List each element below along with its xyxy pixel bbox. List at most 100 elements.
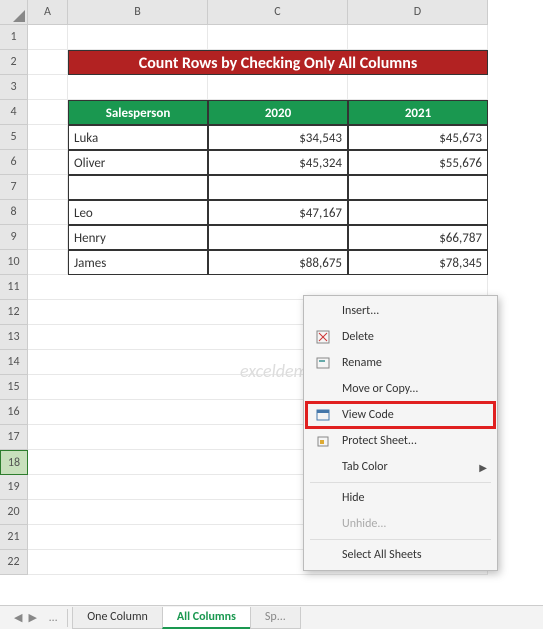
row-header-4[interactable]: 4 [0,100,28,125]
sheet-tab-bar: ◀ ▶ … One Column All Columns Sp... [0,605,543,629]
row-header-14[interactable]: 14 [0,350,28,375]
cell[interactable] [28,200,68,225]
row-header-15[interactable]: 15 [0,375,28,400]
cell[interactable] [348,75,488,100]
data-2021[interactable] [348,200,488,225]
unhide-icon [314,516,332,532]
cell[interactable] [348,25,488,50]
tab-list: One Column All Columns Sp... [72,607,300,629]
title-cell[interactable]: Count Rows by Checking Only All Columns [68,50,488,75]
row-header-7[interactable]: 7 [0,175,28,200]
col-header-D[interactable]: D [348,0,488,25]
menu-delete[interactable]: Delete [306,324,495,350]
data-2020[interactable] [208,225,348,250]
chevron-right-icon: ▶ [479,461,487,474]
row-header-10[interactable]: 10 [0,250,28,275]
cell[interactable] [28,50,68,75]
data-2020[interactable]: $47,167 [208,200,348,225]
menu-separator [310,482,491,483]
rename-icon [314,355,332,371]
data-2021[interactable]: $45,673 [348,125,488,150]
insert-icon [314,303,332,319]
menu-insert[interactable]: Insert... [306,298,495,324]
col-header-C[interactable]: C [208,0,348,25]
cell[interactable] [68,25,208,50]
menu-label: Protect Sheet... [342,434,487,448]
data-2021[interactable]: $78,345 [348,250,488,275]
menu-hide[interactable]: Hide [306,485,495,511]
menu-protect-sheet[interactable]: Protect Sheet... [306,428,495,454]
protect-icon [314,433,332,449]
tab-color-icon [314,459,332,475]
tab-next[interactable]: Sp... [250,607,301,629]
data-name[interactable]: James [68,250,208,275]
cell[interactable] [28,250,68,275]
col-header-A[interactable]: A [28,0,68,25]
menu-label: Tab Color [342,460,487,474]
tab-nav: ◀ ▶ [8,611,43,624]
row-header-16[interactable]: 16 [0,400,28,425]
data-name[interactable] [68,175,208,200]
data-2020[interactable]: $88,675 [208,250,348,275]
data-2021[interactable] [348,175,488,200]
row-header-13[interactable]: 13 [0,325,28,350]
cell[interactable] [208,25,348,50]
cell[interactable] [28,150,68,175]
select-all-icon [314,547,332,563]
cell[interactable] [28,75,68,100]
row-header-11[interactable]: 11 [0,275,28,300]
row-header-12[interactable]: 12 [0,300,28,325]
row-header-18[interactable]: 18 [0,450,28,475]
tab-nav-next[interactable]: ▶ [28,611,36,624]
sheet-context-menu: Insert... Delete Rename Move or Copy... … [303,295,498,571]
menu-label: Move or Copy... [342,382,487,396]
menu-unhide: Unhide... [306,511,495,537]
menu-label: Rename [342,356,487,370]
row-header-22[interactable]: 22 [0,550,28,575]
cell[interactable] [68,75,208,100]
header-2020[interactable]: 2020 [208,100,348,125]
menu-rename[interactable]: Rename [306,350,495,376]
header-salesperson[interactable]: Salesperson [68,100,208,125]
data-2020[interactable]: $34,543 [208,125,348,150]
col-header-B[interactable]: B [68,0,208,25]
data-2020[interactable] [208,175,348,200]
row-header-5[interactable]: 5 [0,125,28,150]
row-header-20[interactable]: 20 [0,500,28,525]
tab-all-columns[interactable]: All Columns [162,607,251,629]
cell[interactable] [28,25,68,50]
data-name[interactable]: Oliver [68,150,208,175]
menu-tab-color[interactable]: Tab Color ▶ [306,454,495,480]
tab-nav-prev[interactable]: ◀ [14,611,22,624]
cell[interactable] [208,75,348,100]
header-2021[interactable]: 2021 [348,100,488,125]
menu-select-all-sheets[interactable]: Select All Sheets [306,542,495,568]
menu-move-copy[interactable]: Move or Copy... [306,376,495,402]
data-2020[interactable]: $45,324 [208,150,348,175]
data-name[interactable]: Henry [68,225,208,250]
row-header-19[interactable]: 19 [0,475,28,500]
row-header-2[interactable]: 2 [0,50,28,75]
tab-nav-more[interactable]: … [43,611,63,625]
row-header-9[interactable]: 9 [0,225,28,250]
row-header-3[interactable]: 3 [0,75,28,100]
menu-view-code[interactable]: View Code [306,402,495,428]
row-header-21[interactable]: 21 [0,525,28,550]
row-header-8[interactable]: 8 [0,200,28,225]
move-icon [314,381,332,397]
tab-one-column[interactable]: One Column [72,607,163,629]
select-all-corner[interactable] [0,0,28,25]
cell[interactable] [28,225,68,250]
data-2021[interactable]: $55,676 [348,150,488,175]
cell[interactable] [28,100,68,125]
row-header-1[interactable]: 1 [0,25,28,50]
menu-label: Delete [342,330,487,344]
data-2021[interactable]: $66,787 [348,225,488,250]
data-name[interactable]: Leo [68,200,208,225]
menu-label: Insert... [342,304,487,318]
row-header-6[interactable]: 6 [0,150,28,175]
data-name[interactable]: Luka [68,125,208,150]
cell[interactable] [28,175,68,200]
cell[interactable] [28,125,68,150]
row-header-17[interactable]: 17 [0,425,28,450]
